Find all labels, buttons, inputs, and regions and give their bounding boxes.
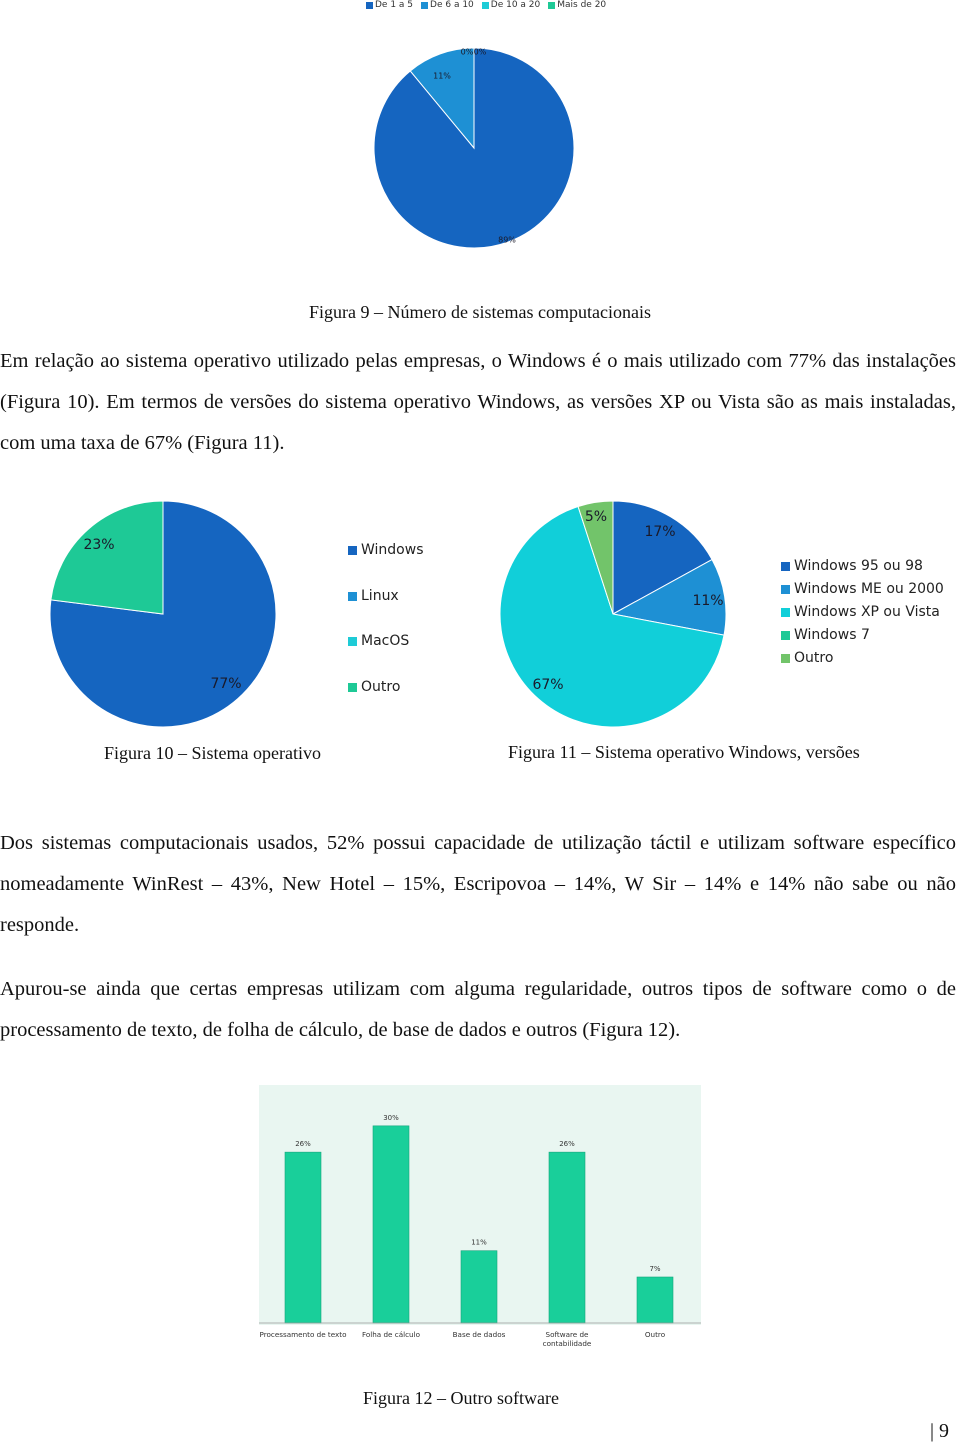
legend-swatch [781,653,790,663]
paragraph-text: Apurou-se ainda que certas empresas util… [0,978,956,1041]
figure9-data-label: 0% [474,48,487,57]
legend-item: De 10 a 20 [481,0,541,10]
figure11-legend: Windows 95 ou 98 Windows ME ou 2000 Wind… [781,558,960,678]
figure10-data-label: 23% [83,537,114,553]
paragraph-text: Dos sistemas computacionais usados, 52% … [0,832,956,936]
legend-label: De 1 a 5 [375,0,414,10]
legend-label: Windows XP ou Vista [794,604,940,620]
legend-item: Windows XP ou Vista [781,604,940,620]
x-tick-label: Processamento de texto [259,1330,346,1339]
bar-base-de-dados [460,1250,498,1324]
legend-item: Windows 95 ou 98 [781,558,923,574]
bar-software-de-contabilidade [548,1151,586,1324]
figure9-caption: Figura 9 – Número de sistemas computacio… [309,302,651,322]
legend-item: Linux [348,588,399,604]
legend-label: Windows 95 ou 98 [794,558,923,574]
legend-label: Windows ME ou 2000 [794,581,944,597]
legend-item: Windows [348,542,424,558]
figure9-data-label: 0% [461,48,474,57]
legend-swatch [781,607,790,617]
legend-label: Mais de 20 [557,0,607,10]
figure10-pie-chart: 77% 23% [49,500,277,728]
legend-label: Windows 7 [794,627,870,643]
paragraph-software: Apurou-se ainda que certas empresas util… [0,969,956,1051]
bar-folha-de-c-lculo [372,1125,410,1324]
figure10-data-label: 77% [210,676,241,692]
bar-data-label: 11% [471,1239,487,1247]
bar-data-label: 26% [559,1140,575,1148]
legend-swatch [421,1,429,9]
legend-swatch [366,1,373,9]
legend-label: Outro [361,679,401,695]
figure11-data-label: 17% [644,524,675,540]
figure11-data-label: 5% [585,509,607,525]
legend-swatch [348,591,357,601]
figure10-slice-outro [50,500,164,615]
paragraph-os: Em relação ao sistema operativo utilizad… [0,341,956,464]
legend-swatch [348,682,357,692]
legend-item: Mais de 20 [548,0,606,10]
figure10-legend: Windows Linux MacOS Outro [348,540,468,700]
x-tick-label: contabilidade [543,1339,592,1348]
x-tick-label: Folha de cálculo [362,1330,420,1339]
legend-label: Linux [361,588,399,604]
legend-label: Outro [794,650,834,666]
legend-item: Outro [348,679,400,695]
paragraph-touch: Dos sistemas computacionais usados, 52% … [0,823,956,946]
legend-swatch [781,561,790,571]
figure10-caption: Figura 10 – Sistema operativo [104,743,321,763]
figure9-data-label: 89% [498,236,516,245]
legend-label: MacOS [361,633,410,649]
figure9-pie-chart: 89% 11% 0% 0% [373,47,575,249]
x-tick-label: Software de [546,1330,590,1339]
figure11-pie-chart: 17% 11% 67% 5% [499,500,727,728]
bar-processamento-de-texto [284,1151,322,1324]
bar-data-label: 26% [295,1140,311,1148]
x-tick-label: Base de dados [453,1330,506,1339]
figure12-bar-chart: 26% Processamento de texto 30% Folha de cál… [259,1085,701,1348]
figure11-data-label: 11% [692,593,723,609]
legend-label: De 6 a 10 [430,0,474,10]
legend-item: Windows ME ou 2000 [781,581,944,597]
bar-data-label: 7% [649,1265,660,1273]
legend-item: MacOS [348,633,409,649]
figure11-data-label: 67% [532,677,563,693]
legend-swatch [781,630,790,640]
legend-item: Windows 7 [781,627,870,643]
figure9-legend: De 1 a 5 De 6 a 10 De 10 a 20 Mais de 20 [366,0,606,10]
legend-swatch [548,1,556,9]
figure11-caption: Figura 11 – Sistema operativo Windows, v… [508,742,860,762]
bar-outro [636,1276,674,1324]
paragraph-text: Em relação ao sistema operativo utilizad… [0,350,956,454]
bar-data-label: 30% [383,1114,399,1122]
legend-swatch [781,584,790,594]
legend-swatch [348,545,357,555]
legend-item: De 6 a 10 [421,0,474,10]
legend-item: De 1 a 5 [366,0,413,10]
x-tick-label: Outro [645,1330,665,1339]
legend-label: De 10 a 20 [490,0,541,10]
legend-item: Outro [781,650,833,666]
figure12-caption: Figura 12 – Outro software [363,1388,559,1408]
page-number: | 9 [930,1420,950,1442]
figure9-data-label: 11% [433,72,451,81]
legend-swatch [348,636,357,646]
legend-label: Windows [361,542,424,558]
legend-swatch [481,1,489,9]
